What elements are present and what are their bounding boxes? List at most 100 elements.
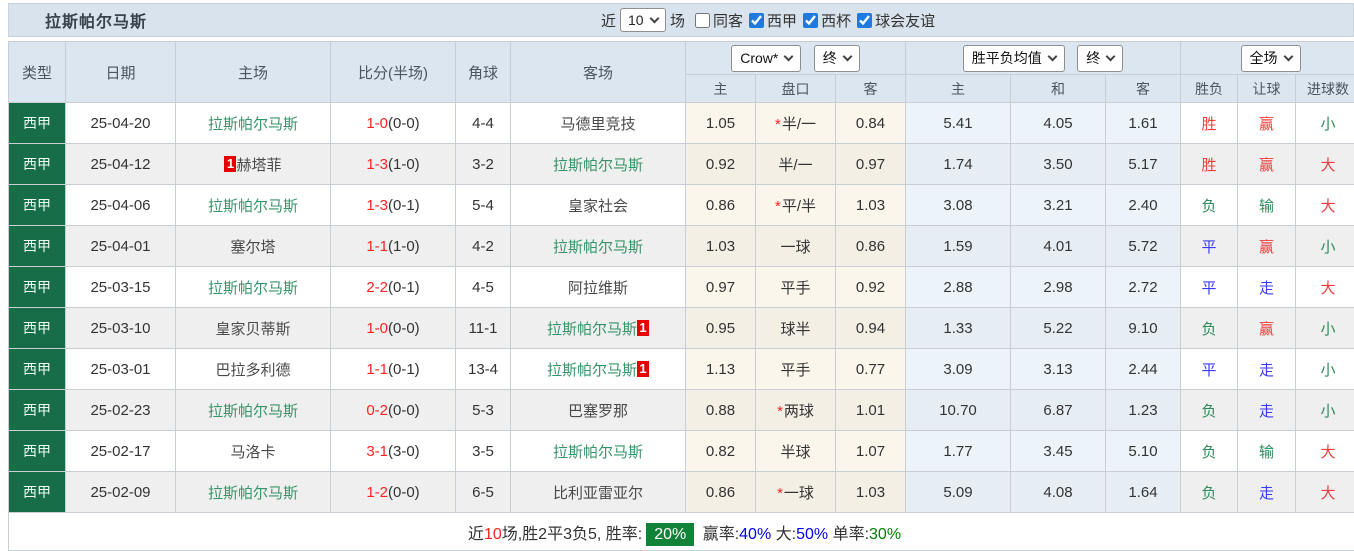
score-cell: 1-1(1-0) — [330, 225, 456, 267]
live-odds-star: * — [777, 484, 783, 502]
team-name: 皇家贝蒂斯 — [215, 320, 291, 338]
halftime-score: (0-0) — [388, 319, 420, 337]
odds-away: 1.07 — [835, 430, 906, 472]
team-name-cell: 拉斯帕尔马斯 — [175, 266, 331, 308]
result-handicap: 输 — [1237, 184, 1296, 226]
team-name-cell: 拉斯帕尔马斯 — [510, 225, 686, 267]
live-odds-star: * — [777, 402, 783, 420]
filter-checkbox[interactable] — [857, 12, 873, 28]
stats-text: 10 — [483, 525, 502, 543]
avg-type-select[interactable]: 胜平负均值 — [962, 44, 1065, 72]
odds-home: 1.03 — [685, 225, 756, 267]
recent-count-select[interactable]: 10 — [620, 8, 667, 32]
avg-away: 1.23 — [1105, 389, 1181, 431]
scope-select[interactable]: 全场 — [1240, 44, 1301, 72]
avg-away: 5.17 — [1105, 143, 1181, 185]
odds-home: 0.86 — [685, 471, 756, 513]
avg-draw: 5.22 — [1010, 307, 1106, 349]
handicap-line: *一球 — [755, 471, 836, 513]
sub-header-odds-away: 客 — [835, 74, 906, 103]
team-name: 拉斯帕尔马斯 — [552, 156, 643, 174]
corner-score: 4-2 — [455, 225, 511, 267]
result-handicap: 赢 — [1237, 307, 1296, 349]
team-name-cell: 拉斯帕尔马斯 — [175, 471, 331, 513]
result-outcome: 胜 — [1180, 143, 1238, 185]
corner-score: 3-2 — [455, 143, 511, 185]
team-name-cell: 比利亚雷亚尔 — [510, 471, 686, 513]
league-filter-checkboxes: 同客 西甲 西杯 球会友谊 — [689, 10, 935, 31]
fulltime-score: 1-1 — [366, 237, 388, 255]
score-cell: 0-2(0-0) — [330, 389, 456, 431]
chevron-down-icon — [1283, 51, 1293, 62]
corner-score: 4-5 — [455, 266, 511, 308]
avg-away: 2.40 — [1105, 184, 1181, 226]
avg-away: 1.61 — [1105, 102, 1181, 144]
score-cell: 1-1(0-1) — [330, 348, 456, 390]
league-badge: 西甲 — [8, 266, 66, 308]
match-date: 25-02-23 — [65, 389, 176, 431]
match-row: 西甲 25-02-23 拉斯帕尔马斯 0-2(0-0) 5-3 巴塞罗那 0.88 *两球 1.… — [8, 389, 1354, 431]
sub-header-outcome: 胜负 — [1180, 74, 1238, 103]
team-name: 赫塔菲 — [236, 156, 282, 174]
avg-time-select[interactable]: 终 — [1077, 44, 1124, 72]
col-header-corner: 角球 — [455, 41, 511, 103]
team-name: 拉斯帕尔马斯 — [552, 238, 643, 256]
filter-checkbox[interactable] — [749, 12, 765, 28]
col-header-away: 客场 — [510, 41, 686, 103]
games-label: 场 — [670, 12, 686, 30]
team-name: 巴塞罗那 — [567, 402, 628, 420]
result-handicap: 走 — [1237, 389, 1296, 431]
red-card-badge: 1 — [637, 360, 649, 377]
league-badge: 西甲 — [8, 184, 66, 226]
result-outcome: 负 — [1180, 389, 1238, 431]
odds-time-select[interactable]: 终 — [813, 44, 860, 72]
team-name: 马洛卡 — [230, 443, 276, 461]
stats-summary: 近10场,胜2平3负5, 胜率: 20% 赢率:40% 大:50% 单率:30% — [8, 512, 1354, 551]
team-name: 拉斯帕尔马斯 — [207, 279, 298, 297]
halftime-score: (0-1) — [388, 278, 420, 296]
match-row: 西甲 25-03-10 皇家贝蒂斯 1-0(0-0) 11-1 拉斯帕尔马斯 1 0.95 球半… — [8, 307, 1354, 349]
avg-home: 1.74 — [905, 143, 1011, 185]
result-handicap: 走 — [1237, 266, 1296, 308]
halftime-score: (0-1) — [388, 196, 420, 214]
match-row: 西甲 25-04-12 1 赫塔菲 1-3(1-0) 3-2 拉斯帕尔马斯 0.92 半/一 0.… — [8, 143, 1354, 185]
team-name-cell: 拉斯帕尔马斯 — [510, 430, 686, 472]
result-goals: 大 — [1295, 471, 1354, 513]
filter-checkbox-label: 球会友谊 — [875, 12, 936, 30]
col-header-date: 日期 — [65, 41, 176, 103]
match-row: 西甲 25-03-01 巴拉多利德 1-1(0-1) 13-4 拉斯帕尔马斯 1 1.13 平手… — [8, 348, 1354, 390]
red-card-badge: 1 — [224, 155, 237, 172]
score-cell: 3-1(3-0) — [330, 430, 456, 472]
team-name: 拉斯帕尔马斯 — [546, 320, 637, 338]
odds-away: 1.03 — [835, 184, 906, 226]
corner-score: 5-3 — [455, 389, 511, 431]
filter-checkbox-group: 西甲 — [749, 10, 797, 31]
team-name: 拉斯帕尔马斯 — [207, 197, 298, 215]
odds-away: 0.94 — [835, 307, 906, 349]
league-badge: 西甲 — [8, 471, 66, 513]
odds-home: 0.82 — [685, 430, 756, 472]
sub-header-avg-away: 客 — [1105, 74, 1181, 103]
avg-draw: 3.45 — [1010, 430, 1106, 472]
league-badge: 西甲 — [8, 102, 66, 144]
filter-controls: 近 10 场 同客 西甲 西杯 球会友谊 — [601, 4, 939, 36]
halftime-score: (0-0) — [388, 483, 420, 501]
filter-checkbox[interactable] — [803, 12, 819, 28]
match-date: 25-02-17 — [65, 430, 176, 472]
filter-checkbox[interactable] — [695, 12, 711, 28]
handicap-line: 球半 — [755, 307, 836, 349]
score-cell: 1-0(0-0) — [330, 307, 456, 349]
team-name: 皇家社会 — [567, 197, 628, 215]
fulltime-score: 1-2 — [366, 483, 388, 501]
team-name: 拉斯帕尔马斯 — [552, 443, 643, 461]
team-name: 拉斯帕尔马斯 — [207, 402, 298, 420]
avg-away: 1.64 — [1105, 471, 1181, 513]
match-date: 25-03-15 — [65, 266, 176, 308]
live-odds-star: * — [774, 197, 781, 215]
odds-source-select[interactable]: Crow* — [731, 44, 802, 72]
handicap-line: *两球 — [755, 389, 836, 431]
filter-checkbox-label: 同客 — [713, 12, 744, 30]
team-name: 拉斯帕尔马斯 — [207, 484, 298, 502]
page-title: 拉斯帕尔马斯 — [45, 14, 148, 31]
recent-matches-panel: 拉斯帕尔马斯 近 10 场 同客 西甲 西杯 球会友谊 类型 日期 主场 比分(半场) — [0, 0, 1354, 551]
